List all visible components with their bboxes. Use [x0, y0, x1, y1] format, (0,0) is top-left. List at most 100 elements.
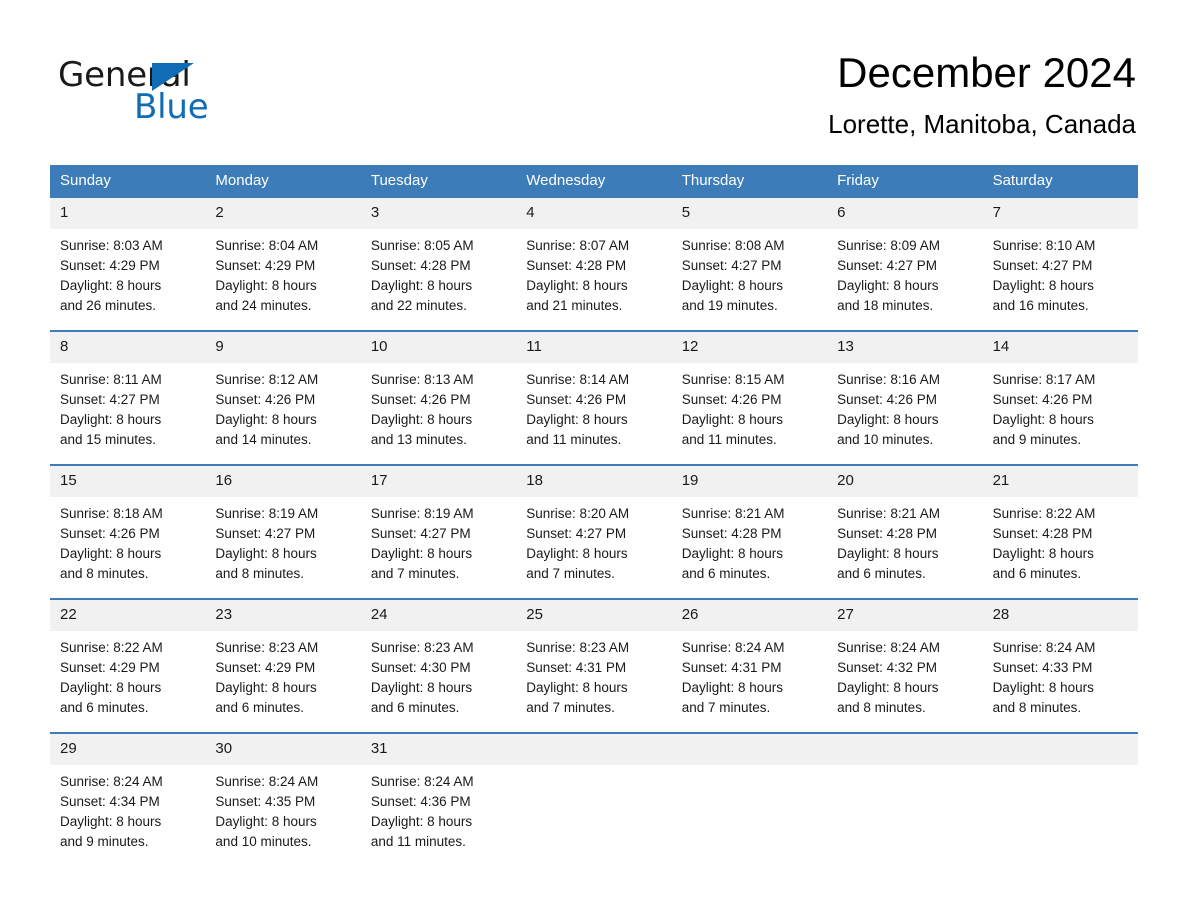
- day-cell[interactable]: Sunrise: 8:05 AM Sunset: 4:28 PM Daylight:…: [361, 229, 516, 330]
- day-number[interactable]: 14: [983, 332, 1138, 363]
- day-cell[interactable]: Sunrise: 8:17 AM Sunset: 4:26 PM Daylight:…: [983, 363, 1138, 464]
- day-number[interactable]: 29: [50, 734, 205, 765]
- weekday-header-monday: Monday: [215, 172, 269, 189]
- weekday-header-thursday: Thursday: [681, 172, 745, 189]
- day-info-line: and 8 minutes.: [837, 700, 926, 715]
- day-number[interactable]: 4: [516, 198, 671, 229]
- day-number[interactable]: 21: [983, 466, 1138, 497]
- day-number[interactable]: 20: [827, 466, 982, 497]
- day-info-line: and 19 minutes.: [681, 298, 778, 313]
- day-cell[interactable]: Sunrise: 8:22 AM Sunset: 4:28 PM Daylight:…: [983, 497, 1138, 598]
- day-cell[interactable]: Sunrise: 8:24 AM Sunset: 4:35 PM Daylight:…: [205, 765, 360, 866]
- day-cell[interactable]: Sunrise: 8:24 AM Sunset: 4:31 PM Daylight:…: [672, 631, 827, 732]
- day-info-line: and 21 minutes.: [526, 298, 623, 313]
- day-cell[interactable]: Sunrise: 8:16 AM Sunset: 4:26 PM Daylight:…: [827, 363, 982, 464]
- day-number-empty: [672, 734, 827, 765]
- day-number[interactable]: 25: [516, 600, 671, 631]
- day-info-line: Sunset: 4:27 PM: [526, 526, 627, 541]
- day-number[interactable]: 8: [50, 332, 205, 363]
- day-cell[interactable]: Sunrise: 8:21 AM Sunset: 4:28 PM Daylight:…: [827, 497, 982, 598]
- day-info-line: Daylight: 8 hours: [681, 278, 784, 293]
- day-cell[interactable]: Sunrise: 8:23 AM Sunset: 4:30 PM Daylight:…: [361, 631, 516, 732]
- day-number[interactable]: 15: [50, 466, 205, 497]
- day-info-line: Daylight: 8 hours: [837, 680, 939, 695]
- day-number[interactable]: 23: [205, 600, 360, 631]
- day-number[interactable]: 7: [983, 198, 1138, 229]
- day-info-line: Sunset: 4:29 PM: [215, 258, 316, 273]
- day-cell[interactable]: Sunrise: 8:09 AM Sunset: 4:27 PM Daylight:…: [827, 229, 982, 330]
- day-cell[interactable]: Sunrise: 8:08 AM Sunset: 4:27 PM Daylight:…: [672, 229, 827, 330]
- day-info-line: Sunset: 4:26 PM: [526, 392, 627, 407]
- day-number[interactable]: 5: [672, 198, 827, 229]
- day-number[interactable]: 24: [361, 600, 516, 631]
- calendar-week-row: 29 30 31 Sunrise: 8:24 AM Sunset: 4:34 PM Day…: [50, 732, 1138, 866]
- day-info-line: Daylight: 8 hours: [215, 680, 317, 695]
- day-number[interactable]: 3: [361, 198, 516, 229]
- day-number[interactable]: 9: [205, 332, 360, 363]
- day-number[interactable]: 18: [516, 466, 671, 497]
- day-info-line: Sunset: 4:36 PM: [370, 794, 471, 809]
- day-cell[interactable]: Sunrise: 8:10 AM Sunset: 4:27 PM Daylight:…: [983, 229, 1138, 330]
- day-cell[interactable]: Sunrise: 8:23 AM Sunset: 4:31 PM Daylight:…: [516, 631, 671, 732]
- day-cell[interactable]: Sunrise: 8:04 AM Sunset: 4:29 PM Daylight:…: [205, 229, 360, 330]
- day-info-line: and 7 minutes.: [681, 700, 771, 715]
- day-number[interactable]: 12: [672, 332, 827, 363]
- weekday-header-tuesday: Tuesday: [370, 172, 428, 189]
- day-info-line: Sunset: 4:26 PM: [992, 392, 1093, 407]
- day-cell[interactable]: Sunrise: 8:21 AM Sunset: 4:28 PM Daylight:…: [672, 497, 827, 598]
- day-cell[interactable]: Sunrise: 8:15 AM Sunset: 4:26 PM Daylight:…: [672, 363, 827, 464]
- day-cell[interactable]: Sunrise: 8:14 AM Sunset: 4:26 PM Daylight:…: [516, 363, 671, 464]
- day-info-line: Sunrise: 8:20 AM: [526, 506, 630, 521]
- general-blue-logo[interactable]: General Blue: [58, 46, 238, 124]
- day-info-line: Sunrise: 8:22 AM: [60, 640, 163, 655]
- day-number[interactable]: 30: [205, 734, 360, 765]
- week-date-band: 8 9 10 11 12 13 14: [50, 332, 1138, 363]
- day-info-line: Daylight: 8 hours: [681, 546, 784, 561]
- day-cell[interactable]: Sunrise: 8:13 AM Sunset: 4:26 PM Daylight:…: [361, 363, 516, 464]
- day-info-line: Sunset: 4:33 PM: [992, 660, 1093, 675]
- day-number[interactable]: 26: [672, 600, 827, 631]
- day-info-line: Daylight: 8 hours: [837, 278, 939, 293]
- day-info-line: Sunset: 4:26 PM: [215, 392, 316, 407]
- day-number[interactable]: 19: [672, 466, 827, 497]
- day-info-line: Daylight: 8 hours: [526, 278, 628, 293]
- day-cell[interactable]: Sunrise: 8:11 AM Sunset: 4:27 PM Daylight:…: [50, 363, 205, 464]
- week-info-band: Sunrise: 8:11 AM Sunset: 4:27 PM Daylight:…: [50, 363, 1138, 464]
- day-cell[interactable]: Sunrise: 8:03 AM Sunset: 4:29 PM Daylight:…: [50, 229, 205, 330]
- day-cell[interactable]: Sunrise: 8:24 AM Sunset: 4:33 PM Daylight:…: [983, 631, 1138, 732]
- day-cell[interactable]: Sunrise: 8:22 AM Sunset: 4:29 PM Daylight:…: [50, 631, 205, 732]
- day-cell[interactable]: Sunrise: 8:19 AM Sunset: 4:27 PM Daylight:…: [205, 497, 360, 598]
- day-cell[interactable]: Sunrise: 8:12 AM Sunset: 4:26 PM Daylight:…: [205, 363, 360, 464]
- day-cell[interactable]: Sunrise: 8:20 AM Sunset: 4:27 PM Daylight:…: [516, 497, 671, 598]
- day-number[interactable]: 10: [361, 332, 516, 363]
- day-cell[interactable]: Sunrise: 8:23 AM Sunset: 4:29 PM Daylight:…: [205, 631, 360, 732]
- day-number[interactable]: 31: [361, 734, 516, 765]
- day-info-line: Daylight: 8 hours: [370, 278, 473, 293]
- day-cell[interactable]: Sunrise: 8:18 AM Sunset: 4:26 PM Daylight:…: [50, 497, 205, 598]
- day-info-line: and 26 minutes.: [60, 298, 157, 313]
- day-info-line: Sunrise: 8:17 AM: [992, 372, 1096, 387]
- calendar-weeks: 1 2 3 4 5 6 7 Sunrise: 8:03 AM Sunset: 4:29 PM Da…: [50, 198, 1138, 866]
- day-number[interactable]: 13: [827, 332, 982, 363]
- day-number[interactable]: 1: [50, 198, 205, 229]
- day-number[interactable]: 2: [205, 198, 360, 229]
- day-info-line: Daylight: 8 hours: [60, 546, 162, 561]
- day-info-line: Sunrise: 8:08 AM: [681, 238, 785, 253]
- day-info-line: Daylight: 8 hours: [992, 546, 1094, 561]
- day-cell[interactable]: Sunrise: 8:24 AM Sunset: 4:36 PM Daylight:…: [361, 765, 516, 866]
- day-number[interactable]: 22: [50, 600, 205, 631]
- day-info-line: and 7 minutes.: [370, 566, 460, 581]
- day-cell[interactable]: Sunrise: 8:24 AM Sunset: 4:34 PM Daylight:…: [50, 765, 205, 866]
- day-cell[interactable]: Sunrise: 8:07 AM Sunset: 4:28 PM Daylight:…: [516, 229, 671, 330]
- day-cell[interactable]: Sunrise: 8:24 AM Sunset: 4:32 PM Daylight:…: [827, 631, 982, 732]
- day-info-line: Sunrise: 8:24 AM: [837, 640, 940, 655]
- day-number[interactable]: 28: [983, 600, 1138, 631]
- day-info-line: Sunrise: 8:12 AM: [215, 372, 319, 387]
- day-number[interactable]: 11: [516, 332, 671, 363]
- day-number[interactable]: 27: [827, 600, 982, 631]
- day-cell[interactable]: Sunrise: 8:19 AM Sunset: 4:27 PM Daylight:…: [361, 497, 516, 598]
- day-number[interactable]: 16: [205, 466, 360, 497]
- day-number[interactable]: 6: [827, 198, 982, 229]
- day-info-line: Sunrise: 8:24 AM: [60, 774, 163, 789]
- day-number[interactable]: 17: [361, 466, 516, 497]
